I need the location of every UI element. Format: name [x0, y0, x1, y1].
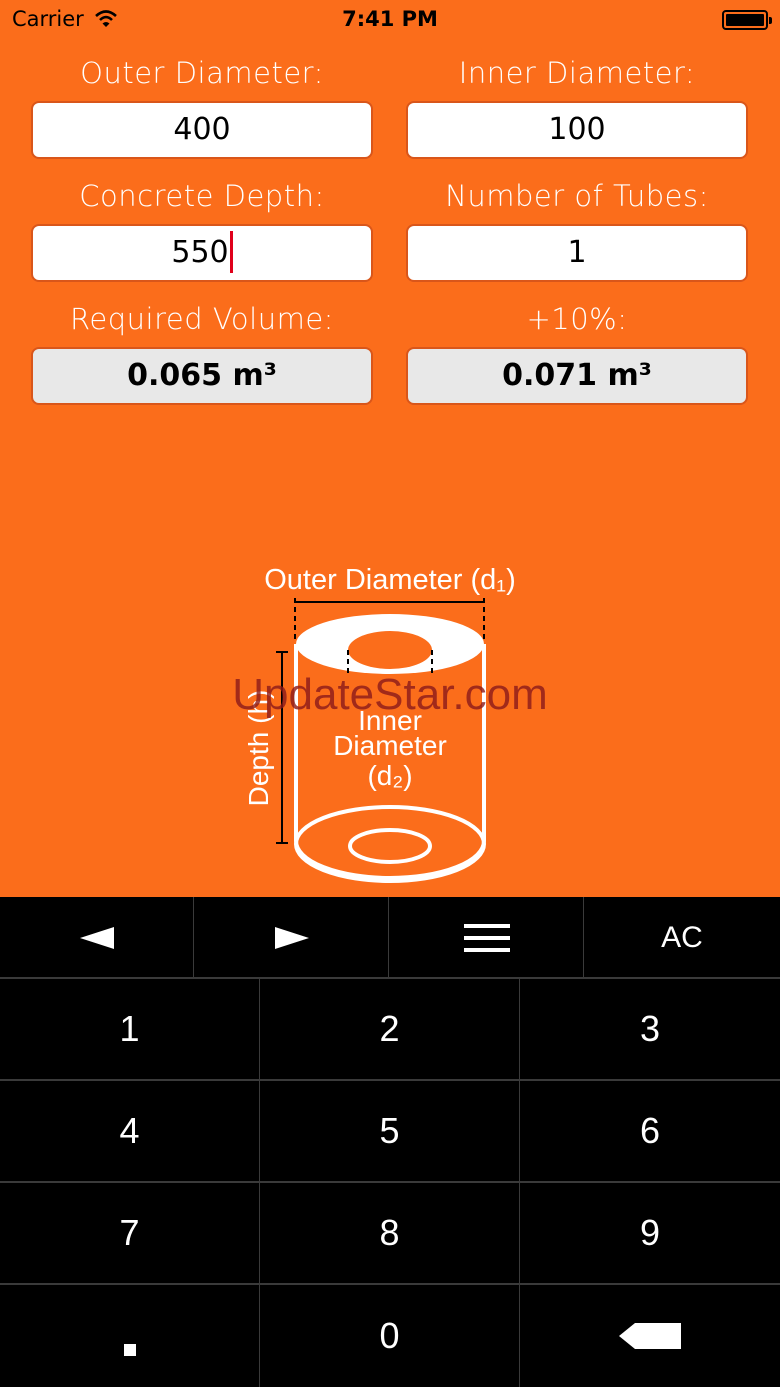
plus-ten-percent-value: 0.071 m³ — [502, 358, 652, 393]
required-volume-output: 0.065 m³ — [31, 347, 373, 405]
tube-diagram: Outer Diameter (d₁) Depth (h) Inner Diam… — [243, 564, 516, 883]
calculator-panel: Carrier 7:41 PM Outer Diameter: Inner Di… — [0, 0, 780, 897]
key-4[interactable]: 4 — [0, 1081, 260, 1183]
watermark: UpdateStar.com — [232, 670, 548, 719]
outer-diameter-label: Outer Diameter: — [80, 56, 324, 90]
key-7[interactable]: 7 — [0, 1183, 260, 1285]
outer-diameter-value: 400 — [173, 112, 231, 147]
key-9-label: 9 — [639, 1212, 661, 1253]
number-of-tubes-value: 1 — [567, 235, 587, 270]
plus-ten-percent-output: 0.071 m³ — [406, 347, 748, 405]
outer-diameter-dim-label: Outer Diameter (d₁) — [264, 564, 516, 596]
number-of-tubes-field[interactable]: 1 — [406, 224, 748, 282]
inner-diameter-value: 100 — [548, 112, 606, 147]
outer-diameter-field[interactable]: 400 — [31, 101, 373, 159]
menu-icon — [463, 923, 510, 952]
key-backspace[interactable] — [520, 1285, 780, 1387]
key-2[interactable]: 2 — [260, 979, 520, 1081]
key-5[interactable]: 5 — [260, 1081, 520, 1183]
key-5-label: 5 — [379, 1110, 400, 1151]
inner-diameter-dim-label-line3: (d₂) — [367, 760, 412, 791]
clock: 7:41 PM — [342, 7, 438, 31]
key-1-label: 1 — [119, 1008, 140, 1049]
concrete-depth-field[interactable]: 550 — [31, 224, 373, 282]
inner-diameter-dim-label-line2: Diameter — [333, 730, 447, 761]
key-4-label: 4 — [119, 1110, 140, 1151]
key-0[interactable]: 0 — [260, 1285, 520, 1387]
backspace-icon — [619, 1323, 681, 1349]
status-bar: Carrier 7:41 PM — [0, 0, 780, 40]
left-arrow-icon — [79, 926, 114, 949]
concrete-depth-value: 550 — [171, 235, 229, 270]
key-8[interactable]: 8 — [260, 1183, 520, 1285]
clear-all-label: AC — [661, 920, 703, 954]
clear-all-button[interactable]: AC — [585, 897, 779, 978]
key-0-label: 0 — [379, 1315, 400, 1356]
required-volume-value: 0.065 m³ — [127, 358, 277, 393]
key-1[interactable]: 1 — [0, 979, 260, 1081]
concrete-depth-label: Concrete Depth: — [79, 179, 325, 213]
plus-ten-percent-label: +10%: — [526, 302, 628, 336]
inner-diameter-field[interactable]: 100 — [406, 101, 748, 159]
key-7-label: 7 — [119, 1212, 140, 1253]
key-8-label: 8 — [379, 1212, 400, 1253]
key-6[interactable]: 6 — [520, 1081, 780, 1183]
key-6-label: 6 — [639, 1110, 661, 1151]
key-2-label: 2 — [379, 1008, 400, 1049]
menu-button[interactable] — [390, 897, 584, 978]
key-3[interactable]: 3 — [520, 979, 780, 1081]
previous-field-button[interactable] — [0, 897, 194, 978]
key-3-label: 3 — [639, 1008, 661, 1049]
key-9[interactable]: 9 — [520, 1183, 780, 1285]
required-volume-label: Required Volume: — [70, 302, 334, 336]
keypad-toolbar: AC — [0, 897, 780, 979]
decimal-point-icon — [123, 1344, 136, 1356]
inner-diameter-label: Inner Diameter: — [458, 56, 696, 90]
key-decimal[interactable] — [0, 1285, 260, 1387]
number-of-tubes-label: Number of Tubes: — [445, 179, 709, 213]
right-arrow-icon — [274, 926, 309, 949]
battery-icon — [722, 10, 772, 30]
next-field-button[interactable] — [195, 897, 389, 978]
numeric-keypad: 1 2 3 4 5 6 7 8 9 0 — [0, 979, 780, 1387]
text-caret — [229, 230, 233, 273]
